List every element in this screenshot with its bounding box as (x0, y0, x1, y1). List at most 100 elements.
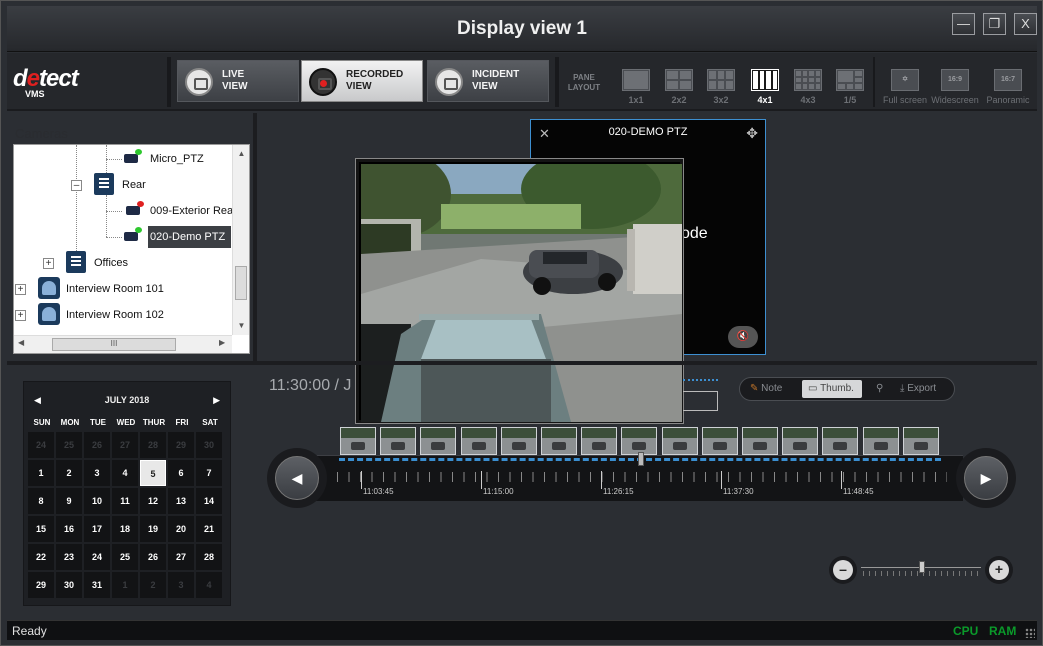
step-back-button[interactable]: ◀ (267, 448, 327, 508)
calendar-day[interactable]: 20 (168, 516, 194, 542)
video-thumbnail[interactable] (661, 427, 698, 455)
video-thumbnail[interactable] (822, 427, 859, 455)
playhead[interactable] (638, 452, 644, 466)
calendar-day[interactable]: 3 (84, 460, 110, 486)
layout-1x1-button[interactable]: 1x1 (616, 67, 656, 109)
export-button[interactable]: ⤓ Export (900, 380, 936, 398)
recorded-view-button[interactable]: RECORDED VIEW (301, 60, 423, 102)
calendar-day[interactable]: 9 (56, 488, 82, 514)
tree-vertical-scrollbar[interactable]: ▲ ▼ (232, 145, 249, 335)
calendar-day[interactable]: 10 (84, 488, 110, 514)
calendar-day[interactable]: 25 (112, 544, 138, 570)
calendar-day[interactable]: 5 (140, 460, 166, 486)
video-thumbnail[interactable] (460, 427, 497, 455)
collapse-icon[interactable]: – (71, 180, 82, 191)
calendar-day[interactable]: 24 (84, 544, 110, 570)
video-thumbnail[interactable] (541, 427, 577, 455)
scroll-left-icon[interactable]: ◀ (18, 338, 24, 347)
minimize-button[interactable]: — (952, 13, 975, 35)
calendar-day[interactable]: 28 (140, 432, 166, 458)
tree-horizontal-scrollbar[interactable]: ◀ III ▶ (14, 335, 232, 353)
layout-2x2-button[interactable]: 2x2 (659, 67, 699, 109)
expand-icon[interactable]: + (15, 310, 26, 321)
tree-item-exterior-rear[interactable]: 009-Exterior Rea (150, 200, 233, 222)
scroll-right-icon[interactable]: ▶ (219, 338, 225, 347)
calendar-day[interactable]: 28 (196, 544, 222, 570)
calendar-day[interactable]: 21 (196, 516, 222, 542)
calendar-day[interactable]: 31 (84, 572, 110, 598)
expand-icon[interactable]: + (15, 284, 26, 295)
layout-1-5-button[interactable]: 1/5 (830, 67, 870, 109)
close-button[interactable]: X (1014, 13, 1037, 35)
tree-item-micro-ptz[interactable]: Micro_PTZ (150, 148, 204, 170)
note-button[interactable]: ✎ Note (750, 380, 782, 398)
calendar-day[interactable]: 2 (140, 572, 166, 598)
move-icon[interactable]: ✥ (746, 125, 758, 142)
calendar-day[interactable]: 17 (84, 516, 110, 542)
scroll-up-icon[interactable]: ▲ (233, 149, 250, 158)
calendar-day[interactable]: 6 (168, 460, 194, 486)
calendar-day[interactable]: 30 (196, 432, 222, 458)
calendar-day[interactable]: 11 (112, 488, 138, 514)
video-thumbnail[interactable] (380, 427, 417, 455)
calendar-day[interactable]: 23 (56, 544, 82, 570)
video-thumbnail[interactable] (701, 427, 738, 455)
calendar-day[interactable]: 8 (28, 488, 54, 514)
calendar-day[interactable]: 1 (112, 572, 138, 598)
calendar-day[interactable]: 27 (168, 544, 194, 570)
bookmark-button[interactable]: ⚲ (876, 380, 883, 398)
calendar-day[interactable]: 26 (140, 544, 166, 570)
timeline-track[interactable]: 11:03:45 11:15:00 11:26:15 11:37:30 11:4… (315, 452, 963, 501)
video-thumbnail[interactable] (581, 427, 618, 455)
calendar-day[interactable]: 24 (28, 432, 54, 458)
step-forward-button[interactable]: ▶ (956, 448, 1016, 508)
video-thumbnail[interactable] (782, 427, 819, 455)
video-thumbnail[interactable] (340, 427, 376, 455)
calendar-day[interactable]: 15 (28, 516, 54, 542)
restore-button[interactable]: ❐ (983, 13, 1006, 35)
calendar-day[interactable]: 27 (112, 432, 138, 458)
tree-item-rear[interactable]: Rear (122, 174, 146, 196)
widescreen-button[interactable]: 16:9 Widescreen (929, 67, 981, 109)
calendar-day[interactable]: 1 (28, 460, 54, 486)
tree-item-offices[interactable]: Offices (94, 252, 128, 274)
video-thumbnail[interactable] (742, 427, 778, 455)
video-thumbnail[interactable] (420, 427, 457, 455)
resize-grip-icon[interactable] (1025, 628, 1035, 638)
calendar-day[interactable]: 18 (112, 516, 138, 542)
tree-item-interview-102[interactable]: Interview Room 102 (66, 304, 164, 326)
panoramic-button[interactable]: 16:7 Panoramic (981, 67, 1035, 109)
tree-item-interview-101[interactable]: Interview Room 101 (66, 278, 164, 300)
calendar-day[interactable]: 14 (196, 488, 222, 514)
calendar-day[interactable]: 4 (196, 572, 222, 598)
scroll-thumb[interactable]: III (52, 338, 176, 351)
calendar-day[interactable]: 22 (28, 544, 54, 570)
calendar-day[interactable]: 19 (140, 516, 166, 542)
calendar-day[interactable]: 29 (28, 572, 54, 598)
calendar-day[interactable]: 30 (56, 572, 82, 598)
layout-4x1-button[interactable]: 4x1 (745, 67, 785, 109)
live-view-button[interactable]: LIVE VIEW (177, 60, 299, 102)
scroll-down-icon[interactable]: ▼ (233, 321, 250, 330)
zoom-in-button[interactable]: + (985, 556, 1013, 584)
calendar-day[interactable]: 13 (168, 488, 194, 514)
mute-icon[interactable]: 🔇 (728, 326, 758, 348)
calendar-day[interactable]: 2 (56, 460, 82, 486)
layout-4x3-button[interactable]: 4x3 (788, 67, 828, 109)
fullscreen-button[interactable]: ✡ Full screen (879, 67, 931, 109)
calendar-day[interactable]: 3 (168, 572, 194, 598)
video-thumbnail[interactable] (621, 427, 658, 455)
calendar-day[interactable]: 12 (140, 488, 166, 514)
time-input-box[interactable] (683, 391, 718, 411)
calendar-day[interactable]: 7 (196, 460, 222, 486)
video-thumbnail[interactable] (500, 427, 537, 455)
zoom-slider-knob[interactable] (919, 561, 925, 573)
video-thumbnail[interactable] (862, 427, 899, 455)
video-thumbnail[interactable] (902, 427, 939, 455)
expand-icon[interactable]: + (43, 258, 54, 269)
scroll-thumb[interactable] (235, 266, 247, 300)
calendar-day[interactable]: 16 (56, 516, 82, 542)
layout-3x2-button[interactable]: 3x2 (701, 67, 741, 109)
zoom-out-button[interactable]: – (829, 556, 857, 584)
calendar-day[interactable]: 26 (84, 432, 110, 458)
